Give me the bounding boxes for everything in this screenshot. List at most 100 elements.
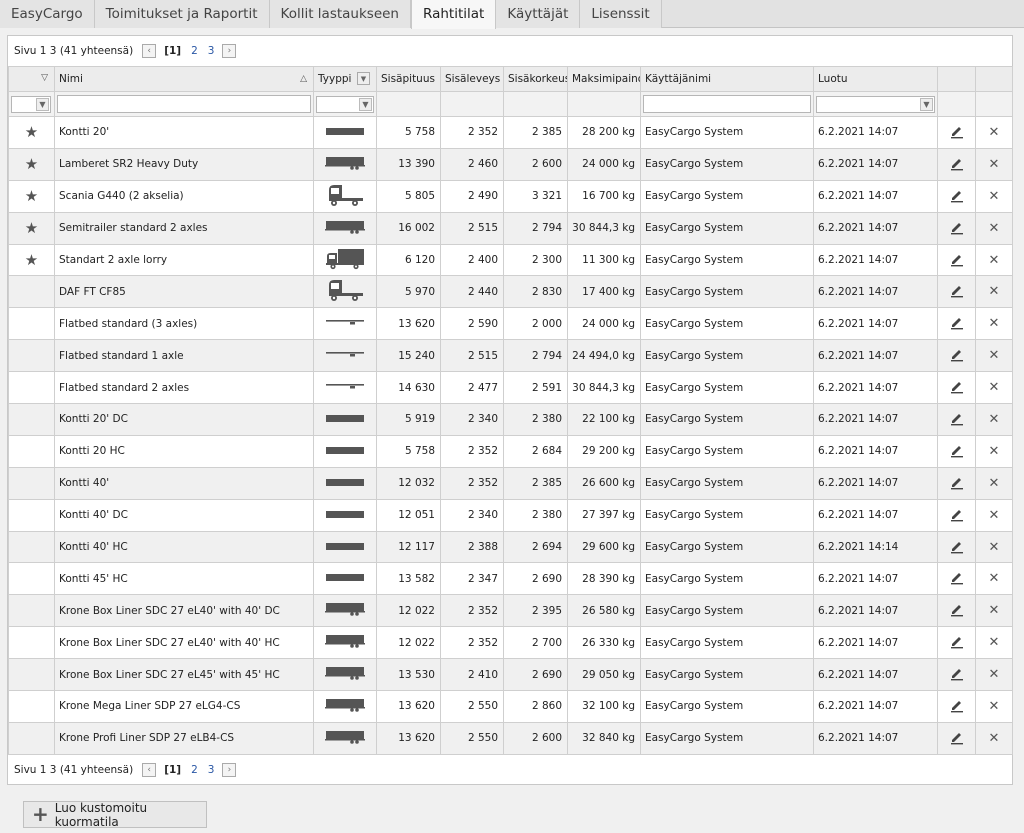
edit-cell[interactable] (937, 275, 976, 309)
close-icon[interactable]: ✕ (989, 253, 1000, 268)
pencil-icon[interactable] (949, 573, 965, 588)
delete-cell[interactable]: ✕ (975, 594, 1013, 628)
close-icon[interactable]: ✕ (989, 348, 1000, 363)
pencil-icon[interactable] (949, 126, 965, 142)
favorite-cell[interactable]: ★ (8, 147, 55, 181)
length-column-header[interactable]: Sisäpituus (376, 66, 441, 92)
pager-page-1[interactable]: [1] (164, 764, 181, 776)
pager-page-3[interactable]: 3 (208, 764, 215, 776)
created-filter-select[interactable]: ▼ (816, 95, 935, 113)
name-filter-input[interactable] (57, 95, 311, 113)
edit-cell[interactable] (937, 626, 976, 660)
favorite-cell[interactable] (8, 371, 55, 405)
pager-prev-button[interactable]: ‹ (142, 44, 157, 58)
favorite-filter-select[interactable]: ▼ (11, 95, 51, 113)
close-icon[interactable]: ✕ (989, 731, 1000, 746)
edit-cell[interactable] (937, 339, 976, 373)
pencil-icon[interactable] (949, 318, 965, 333)
delete-cell[interactable]: ✕ (975, 626, 1013, 660)
delete-cell[interactable]: ✕ (975, 434, 1013, 468)
pencil-icon[interactable] (949, 158, 965, 174)
username-column-header[interactable]: Käyttäjänimi (640, 66, 814, 92)
type-column-header[interactable]: Tyyppi ▼ (313, 66, 377, 92)
favorite-cell[interactable] (8, 275, 55, 309)
edit-cell[interactable] (937, 147, 976, 181)
table-row[interactable]: Kontti 20' DC 5 919 2 340 2 380 22 100 kg Eas… (8, 403, 1013, 436)
pencil-icon[interactable] (949, 669, 965, 684)
delete-cell[interactable]: ✕ (975, 562, 1013, 596)
table-row[interactable]: Krone Box Liner SDC 27 eL45' with 45' HC… (8, 658, 1013, 692)
delete-cell[interactable]: ✕ (975, 211, 1013, 245)
delete-cell[interactable]: ✕ (975, 466, 1013, 500)
favorite-cell[interactable] (8, 690, 55, 723)
favorite-cell[interactable] (8, 626, 55, 660)
delete-cell[interactable]: ✕ (975, 307, 1013, 341)
close-icon[interactable]: ✕ (989, 380, 1000, 395)
table-row[interactable]: ★ Semitrailer standard 2 axles 16 002 2 515… (8, 211, 1013, 245)
delete-cell[interactable]: ✕ (975, 721, 1013, 755)
pencil-icon[interactable] (949, 382, 965, 397)
table-row[interactable]: Krone Mega Liner SDP 27 eLG4-CS 13 620 2 5… (8, 690, 1013, 723)
close-icon[interactable]: ✕ (989, 189, 1000, 204)
favorite-cell[interactable] (8, 466, 55, 500)
close-icon[interactable]: ✕ (989, 444, 1000, 459)
pencil-icon[interactable] (949, 605, 965, 620)
tab-4[interactable]: Käyttäjät (496, 0, 581, 28)
pencil-icon[interactable] (949, 350, 965, 365)
delete-cell[interactable]: ✕ (975, 147, 1013, 181)
delete-cell[interactable]: ✕ (975, 498, 1013, 532)
delete-cell[interactable]: ✕ (975, 403, 1013, 436)
close-icon[interactable]: ✕ (989, 635, 1000, 650)
filter-icon[interactable]: ▽ (41, 73, 48, 83)
star-icon[interactable]: ★ (25, 219, 38, 237)
edit-cell[interactable] (937, 211, 976, 245)
edit-cell[interactable] (937, 562, 976, 596)
create-custom-space-button[interactable]: + Luo kustomoitu kuormatila (23, 801, 207, 829)
star-icon[interactable]: ★ (25, 155, 38, 173)
close-icon[interactable]: ✕ (989, 412, 1000, 427)
favorite-column-header[interactable]: ▽ (8, 66, 55, 92)
pencil-icon[interactable] (949, 222, 965, 238)
pager-page-3[interactable]: 3 (208, 45, 215, 57)
table-row[interactable]: Kontti 20 HC 5 758 2 352 2 684 29 200 kg Easy… (8, 434, 1013, 468)
pager-prev-button[interactable]: ‹ (142, 763, 157, 777)
favorite-cell[interactable]: ★ (8, 243, 55, 277)
table-row[interactable]: Krone Box Liner SDC 27 eL40' with 40' DC… (8, 594, 1013, 628)
close-icon[interactable]: ✕ (989, 540, 1000, 555)
favorite-cell[interactable] (8, 721, 55, 755)
close-icon[interactable]: ✕ (989, 221, 1000, 236)
favorite-cell[interactable] (8, 498, 55, 532)
pencil-icon[interactable] (949, 637, 965, 652)
table-row[interactable]: Krone Profi Liner SDP 27 eLB4-CS 13 620 2 … (8, 721, 1013, 755)
pencil-icon[interactable] (949, 700, 965, 716)
edit-cell[interactable] (937, 403, 976, 436)
delete-cell[interactable]: ✕ (975, 658, 1013, 692)
pencil-icon[interactable] (949, 509, 965, 525)
delete-cell[interactable]: ✕ (975, 116, 1013, 149)
edit-cell[interactable] (937, 179, 976, 213)
tab-0[interactable]: EasyCargo (0, 0, 95, 28)
favorite-cell[interactable] (8, 339, 55, 373)
close-icon[interactable]: ✕ (989, 316, 1000, 331)
username-filter-input[interactable] (643, 95, 811, 113)
width-column-header[interactable]: Sisäleveys (440, 66, 504, 92)
edit-cell[interactable] (937, 307, 976, 341)
favorite-cell[interactable]: ★ (8, 179, 55, 213)
edit-cell[interactable] (937, 371, 976, 405)
table-row[interactable]: Kontti 40' 12 032 2 352 2 385 26 600 kg EasyC… (8, 466, 1013, 500)
tab-2[interactable]: Kollit lastaukseen (269, 0, 411, 28)
pencil-icon[interactable] (949, 445, 965, 461)
pager-page-1[interactable]: [1] (164, 45, 181, 57)
pencil-icon[interactable] (949, 286, 965, 301)
favorite-cell[interactable] (8, 658, 55, 692)
max-weight-column-header[interactable]: Maksimipaino (567, 66, 641, 92)
close-icon[interactable]: ✕ (989, 571, 1000, 586)
pencil-icon[interactable] (949, 190, 965, 206)
favorite-cell[interactable]: ★ (8, 211, 55, 245)
favorite-cell[interactable]: ★ (8, 116, 55, 149)
favorite-cell[interactable] (8, 307, 55, 341)
tab-5[interactable]: Lisenssit (580, 0, 662, 28)
pager-page-2[interactable]: 2 (191, 45, 198, 57)
tab-3[interactable]: Rahtitilat (411, 0, 497, 29)
delete-cell[interactable]: ✕ (975, 243, 1013, 277)
